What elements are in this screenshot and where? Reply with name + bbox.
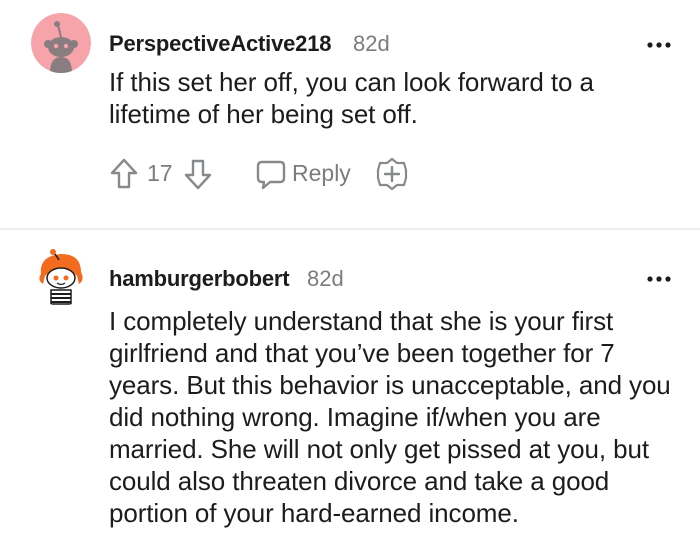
comment-thread: PerspectiveActive218 82d If this set her…: [0, 0, 700, 550]
username[interactable]: hamburgerbobert: [109, 266, 290, 292]
comment-body: I completely understand that she is your…: [109, 306, 671, 528]
snoo-avatar-icon[interactable]: [31, 246, 91, 306]
timestamp: 82d: [307, 266, 344, 291]
more-options-icon[interactable]: [646, 271, 672, 282]
comment-content: hamburgerbobert 82d I completely underst…: [0, 0, 700, 550]
